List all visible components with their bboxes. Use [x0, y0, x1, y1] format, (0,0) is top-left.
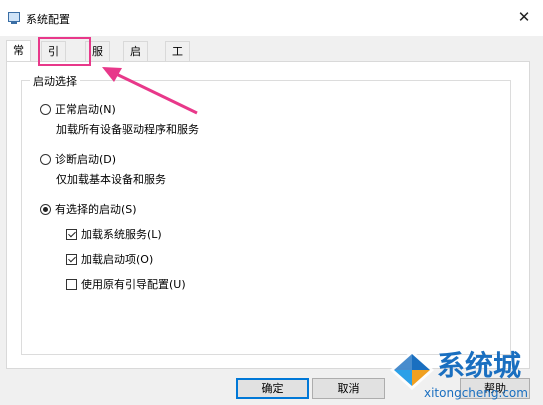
- watermark-text: 系统城: [437, 349, 522, 382]
- ok-button[interactable]: 确定: [236, 378, 309, 399]
- watermark: 系统城 xitongcheng.com: [384, 342, 543, 405]
- cancel-button[interactable]: 取消: [312, 378, 385, 399]
- watermark-url: xitongcheng.com: [424, 386, 528, 400]
